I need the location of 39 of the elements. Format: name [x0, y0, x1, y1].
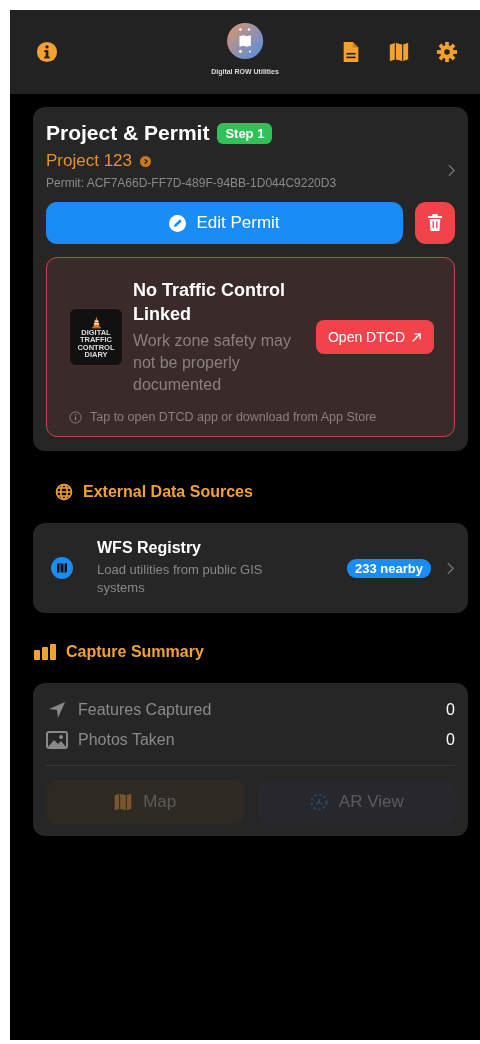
open-dtcd-button[interactable]: Open DTCD	[315, 320, 434, 354]
app-logo-icon	[226, 22, 264, 60]
alert-message: Work zone safety may not be properly documented	[133, 331, 292, 395]
ar-icon	[308, 792, 329, 812]
data-source-row[interactable]: WFS Registry Load utilities from public GIS systems 233 nearby	[33, 523, 468, 613]
map-icon	[51, 557, 73, 579]
bar-chart-icon	[34, 644, 56, 660]
card-title: Project & Permit	[46, 121, 210, 145]
stat-value: 0	[446, 701, 455, 719]
map-icon[interactable]	[388, 41, 410, 63]
globe-icon	[55, 483, 73, 501]
stat-label: Photos Taken	[78, 731, 176, 749]
traffic-cone-icon	[89, 315, 103, 329]
map-icon	[113, 792, 134, 812]
settings-icon[interactable]	[436, 41, 458, 63]
trash-icon	[427, 214, 443, 232]
edit-permit-button[interactable]: Edit Permit	[46, 202, 403, 244]
alert-title: No Traffic Control Linked	[133, 279, 286, 326]
external-link-icon	[411, 331, 422, 343]
hint-text: Tap to open DTCD app or download from App Store	[90, 410, 377, 424]
source-title: WFS Registry	[97, 539, 202, 557]
section-title: External Data Sources	[83, 483, 253, 501]
delete-button[interactable]	[415, 202, 455, 244]
info-icon[interactable]	[36, 41, 58, 63]
stat-value: 0	[446, 731, 455, 749]
source-description: Load utilities from public GIS systems	[97, 561, 264, 597]
chevron-circle-icon	[140, 155, 151, 167]
stat-label: Features Captured	[78, 701, 213, 719]
chevron-right-icon	[448, 164, 455, 177]
permit-id: Permit: ACF7A66D-FF7D-489F-94BB-1D044C9220D3	[46, 176, 338, 190]
chevron-right-icon	[447, 561, 454, 575]
pencil-icon	[169, 214, 187, 232]
step-badge: Step 1	[217, 122, 273, 144]
section-title: Capture Summary	[66, 643, 204, 661]
photo-icon	[46, 731, 68, 749]
project-card[interactable]	[33, 107, 468, 451]
nearby-badge: 233 nearby	[347, 558, 431, 578]
info-icon	[69, 410, 82, 424]
project-name: Project 123	[46, 151, 132, 171]
